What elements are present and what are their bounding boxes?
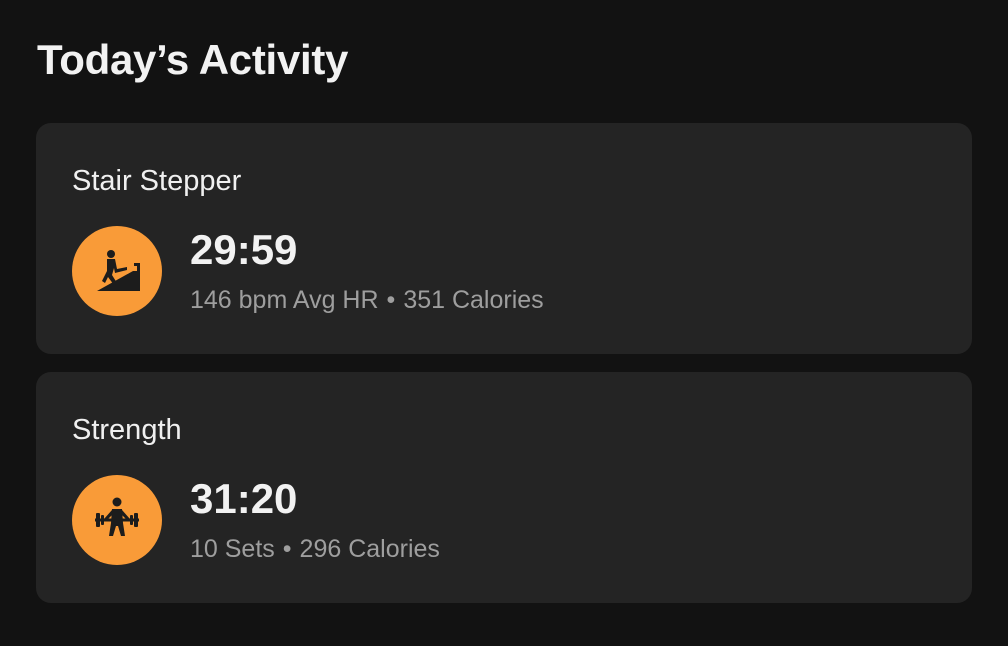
activity-page: Today’s Activity Stair Stepper 29:59 146… <box>0 0 1008 646</box>
activity-card-strength[interactable]: Strength 31:20 10 Sets • 296 Calories <box>36 372 972 603</box>
activity-duration: 29:59 <box>190 226 298 273</box>
page-title: Today’s Activity <box>37 36 349 83</box>
stat-separator: • <box>282 535 292 563</box>
activity-duration: 31:20 <box>190 475 298 522</box>
stat-separator: • <box>386 286 396 314</box>
activity-name: Stair Stepper <box>72 165 242 197</box>
activity-stats: 146 bpm Avg HR • 351 Calories <box>190 284 544 316</box>
stair-stepper-icon <box>72 226 162 316</box>
avg-heart-rate: 146 bpm Avg HR <box>190 286 379 314</box>
weightlifting-icon <box>72 475 162 565</box>
calories: 351 Calories <box>403 286 544 314</box>
calories: 296 Calories <box>299 535 440 563</box>
activity-card-stair-stepper[interactable]: Stair Stepper 29:59 146 bpm Avg HR • 351 C… <box>36 123 972 354</box>
activity-stats: 10 Sets • 296 Calories <box>190 533 440 565</box>
activity-name: Strength <box>72 414 182 446</box>
sets-count: 10 Sets <box>190 535 275 563</box>
